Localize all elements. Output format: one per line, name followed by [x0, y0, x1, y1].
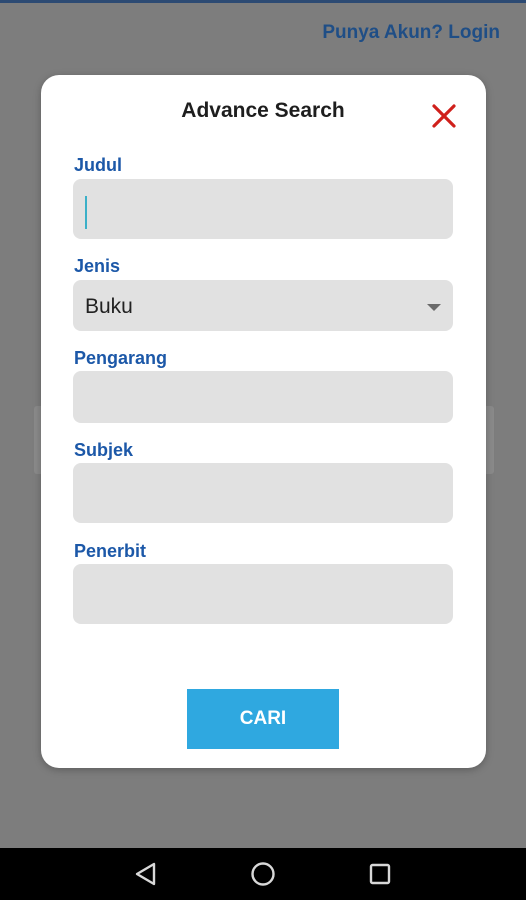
- text-cursor: [85, 196, 87, 229]
- jenis-label: Jenis: [74, 256, 121, 276]
- dropdown-caret-icon: [427, 304, 441, 311]
- judul-input[interactable]: [73, 179, 453, 239]
- pengarang-input[interactable]: [73, 371, 453, 423]
- jenis-selected-value: Buku: [85, 295, 133, 318]
- back-icon: [135, 862, 156, 886]
- subjek-label: Subjek: [74, 440, 134, 460]
- login-link[interactable]: Punya Akun? Login: [322, 22, 500, 44]
- pengarang-label: Pengarang: [74, 348, 168, 368]
- jenis-select[interactable]: Buku: [73, 280, 453, 331]
- penerbit-label: Penerbit: [74, 541, 147, 561]
- recents-button[interactable]: [366, 860, 394, 888]
- search-button[interactable]: CARI: [187, 689, 339, 749]
- recents-icon: [369, 863, 391, 885]
- home-button[interactable]: [249, 860, 277, 888]
- subjek-input[interactable]: [73, 463, 453, 523]
- navigation-bar: [0, 848, 526, 900]
- close-icon: [432, 104, 456, 128]
- penerbit-input[interactable]: [73, 564, 453, 624]
- back-button[interactable]: [132, 860, 160, 888]
- home-icon: [251, 862, 275, 886]
- close-button[interactable]: [428, 100, 460, 132]
- judul-label: Judul: [74, 155, 122, 175]
